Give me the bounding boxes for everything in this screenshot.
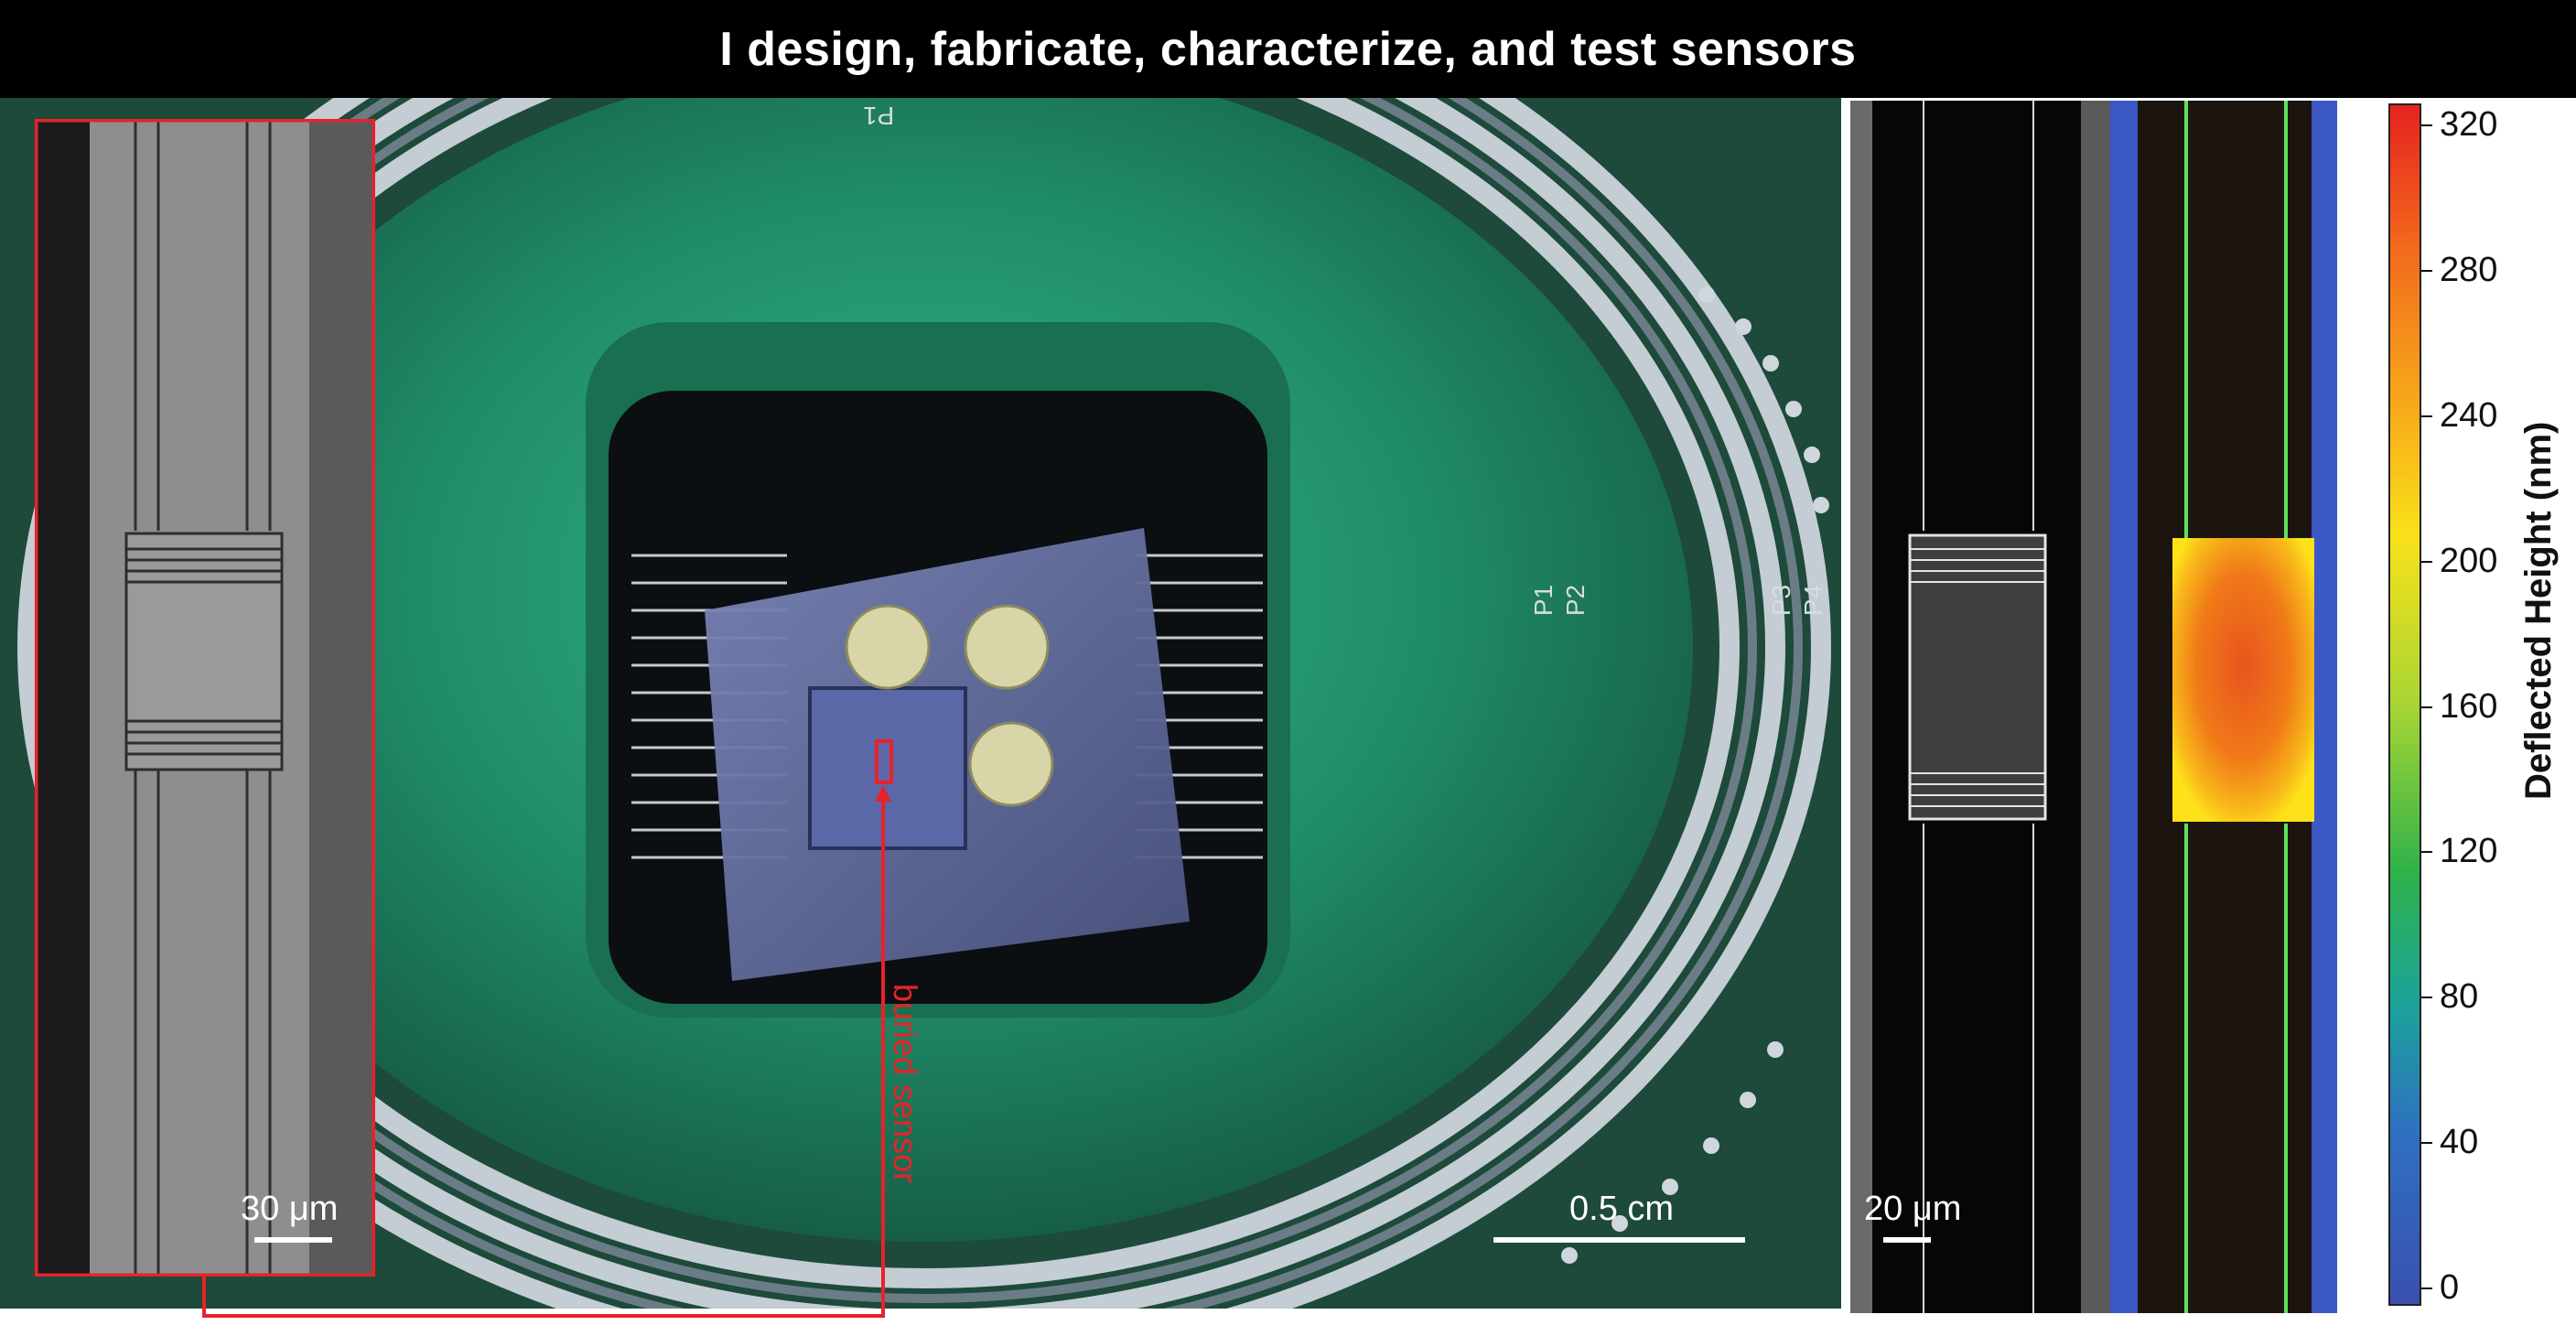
title-bar: I design, fabricate, characterize, and t… xyxy=(0,0,2576,98)
scale-label-center: 0.5 cm xyxy=(1569,1190,1675,1228)
scale-bar-right xyxy=(1883,1237,1931,1243)
colorbar-tick-label: 80 xyxy=(2440,977,2479,1017)
buried-sensor-label: buried sensor xyxy=(887,984,924,1184)
colorbar-tick-label: 280 xyxy=(2440,250,2498,289)
board-label-p1-top: P1 xyxy=(863,102,895,130)
colorbar-tick-mark xyxy=(2421,269,2432,272)
sem-micrograph-left xyxy=(35,119,375,1277)
colorbar-title: Deflected Height (nm) xyxy=(2518,421,2559,800)
colorbar-tick-mark xyxy=(2421,560,2432,563)
board-label-p2: P2 xyxy=(1561,584,1590,617)
sem-micrograph-right xyxy=(1850,101,2112,1313)
page-title: I design, fabricate, characterize, and t… xyxy=(719,22,1857,76)
scale-label-right: 20 μm xyxy=(1864,1190,1962,1228)
height-map xyxy=(2110,101,2337,1313)
colorbar-tick-label: 320 xyxy=(2440,105,2498,144)
colorbar-tick-mark xyxy=(2421,1142,2432,1145)
colorbar-tick-mark xyxy=(2421,124,2432,126)
colorbar-tick-label: 200 xyxy=(2440,541,2498,580)
colorbar-tick-mark xyxy=(2421,1288,2432,1289)
colorbar xyxy=(2388,103,2421,1306)
board-label-p1: P1 xyxy=(1529,584,1558,617)
colorbar-tick-mark xyxy=(2421,706,2432,708)
scale-bar-center xyxy=(1493,1237,1745,1243)
colorbar-tick-mark xyxy=(2421,997,2432,999)
scale-label-left: 30 μm xyxy=(241,1190,339,1228)
board-label-p4: P4 xyxy=(1799,584,1828,617)
colorbar-tick-label: 40 xyxy=(2440,1123,2479,1162)
colorbar-tick-label: 120 xyxy=(2440,832,2498,871)
scale-bar-left xyxy=(254,1237,332,1243)
colorbar-tick-mark xyxy=(2421,851,2432,854)
colorbar-tick-label: 160 xyxy=(2440,686,2498,726)
board-label-p3: P3 xyxy=(1767,584,1796,617)
colorbar-tick-label: 0 xyxy=(2440,1268,2460,1307)
colorbar-tick-label: 240 xyxy=(2440,395,2498,435)
colorbar-tick-mark xyxy=(2421,415,2432,417)
